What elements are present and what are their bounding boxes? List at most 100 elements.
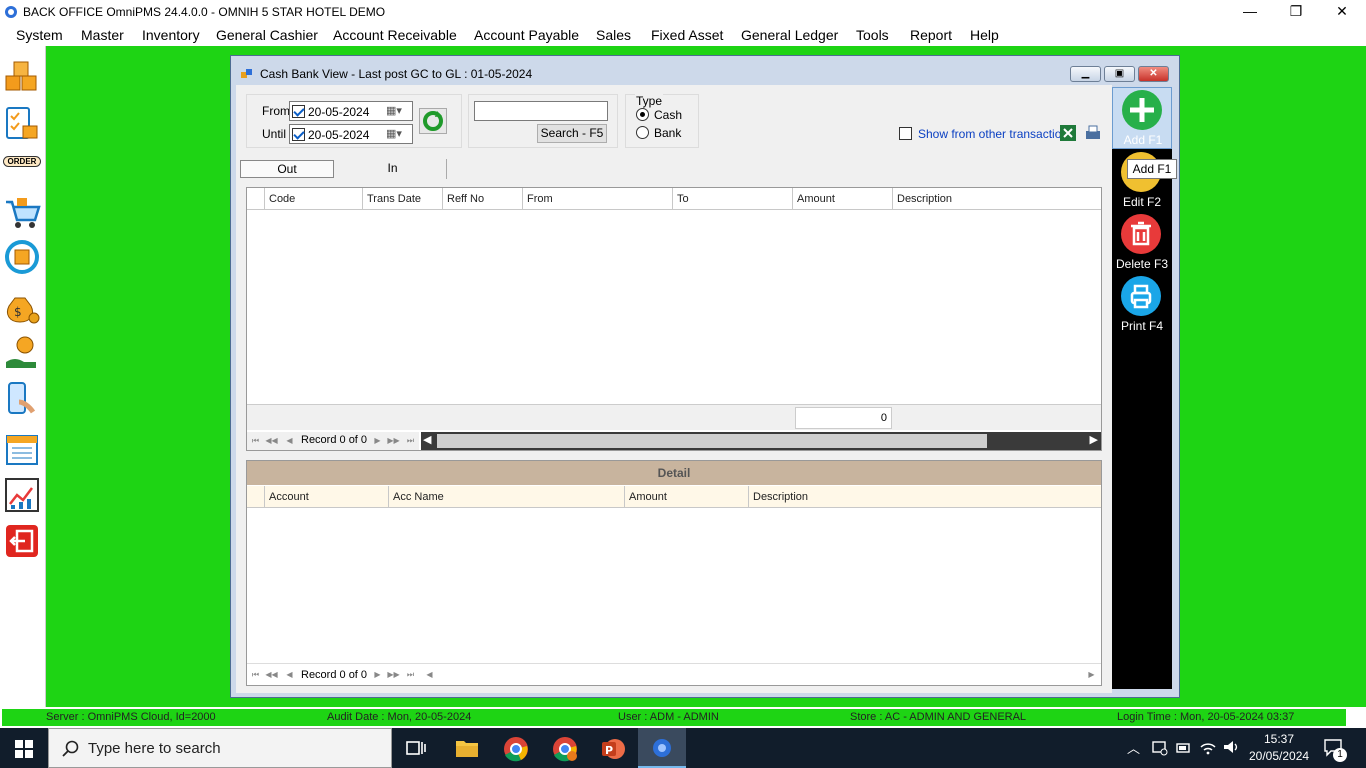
hand-money-icon[interactable] bbox=[3, 334, 41, 372]
excel-export-icon[interactable] bbox=[1058, 123, 1078, 143]
detail-nav-last-icon[interactable]: ⏭ bbox=[404, 668, 417, 682]
horizontal-scrollbar[interactable]: ◀ ▶ bbox=[421, 432, 1101, 450]
type-cash-label[interactable]: Cash bbox=[654, 108, 682, 122]
menu-general-ledger[interactable]: General Ledger bbox=[741, 27, 838, 43]
calendar-book-icon[interactable] bbox=[3, 430, 41, 468]
printer-export-icon[interactable] bbox=[1083, 123, 1103, 143]
detail-nav-next-icon[interactable]: ▶ bbox=[371, 668, 384, 682]
search-button[interactable]: Search - F5 bbox=[537, 124, 607, 143]
tab-in[interactable]: In bbox=[339, 159, 446, 179]
shopping-cart-icon[interactable] bbox=[3, 194, 41, 232]
chrome-profile-icon[interactable] bbox=[552, 736, 578, 762]
file-explorer-icon[interactable] bbox=[455, 737, 479, 759]
show-other-checkbox[interactable] bbox=[899, 127, 912, 140]
battery-icon[interactable] bbox=[1176, 741, 1192, 755]
chart-report-icon[interactable] bbox=[3, 476, 41, 514]
maximize-button[interactable]: ❐ bbox=[1273, 0, 1319, 24]
until-date-checkbox[interactable] bbox=[292, 128, 305, 141]
detail-nav-first-icon[interactable]: ⏮ bbox=[249, 668, 262, 682]
detail-col-account[interactable]: Account bbox=[265, 486, 389, 508]
type-bank-radio[interactable] bbox=[636, 126, 649, 139]
menu-sales[interactable]: Sales bbox=[596, 27, 631, 43]
tray-device-icon[interactable] bbox=[1152, 740, 1168, 756]
print-button[interactable]: Print F4 bbox=[1112, 274, 1172, 336]
nav-first-icon[interactable]: ⏮ bbox=[249, 434, 262, 448]
taskbar-date[interactable]: 20/05/2024 bbox=[1249, 749, 1309, 763]
menu-account-payable[interactable]: Account Payable bbox=[474, 27, 579, 43]
menu-general-cashier[interactable]: General Cashier bbox=[216, 27, 318, 43]
refresh-box-icon[interactable] bbox=[3, 238, 41, 276]
type-cash-radio[interactable] bbox=[636, 108, 649, 121]
menu-report[interactable]: Report bbox=[910, 27, 952, 43]
detail-scroll-left-icon[interactable]: ◀ bbox=[423, 668, 436, 682]
windows-start-icon[interactable] bbox=[15, 740, 33, 758]
col-description[interactable]: Description bbox=[893, 188, 1101, 210]
status-audit-date: Audit Date : Mon, 20-05-2024 bbox=[327, 711, 472, 723]
show-other-label[interactable]: Show from other transaction bbox=[918, 127, 1068, 141]
windows-taskbar: Type here to search P ︿ 15:37 20/05/2024… bbox=[0, 728, 1366, 768]
delete-button[interactable]: Delete F3 bbox=[1112, 212, 1172, 274]
menu-account-receivable[interactable]: Account Receivable bbox=[333, 27, 457, 43]
nav-prev-page-icon[interactable]: ◀◀ bbox=[265, 434, 278, 448]
menu-master[interactable]: Master bbox=[81, 27, 124, 43]
detail-nav-prev-icon[interactable]: ◀ bbox=[283, 668, 296, 682]
from-date-picker[interactable]: 20-05-2024 ▦▾ bbox=[289, 101, 413, 121]
col-reff-no[interactable]: Reff No bbox=[443, 188, 523, 210]
menu-tools[interactable]: Tools bbox=[856, 27, 889, 43]
taskbar-time[interactable]: 15:37 bbox=[1262, 732, 1296, 746]
nav-next-icon[interactable]: ▶ bbox=[371, 434, 384, 448]
tray-chevron-icon[interactable]: ︿ bbox=[1127, 738, 1140, 757]
tab-out[interactable]: Out bbox=[240, 160, 334, 178]
menu-help[interactable]: Help bbox=[970, 27, 999, 43]
until-date-picker[interactable]: 20-05-2024 ▦▾ bbox=[289, 124, 413, 144]
chrome-icon[interactable] bbox=[503, 736, 529, 762]
detail-col-acc-name[interactable]: Acc Name bbox=[389, 486, 625, 508]
type-bank-label[interactable]: Bank bbox=[654, 126, 681, 140]
taskbar-search-box[interactable]: Type here to search bbox=[48, 728, 392, 768]
detail-nav-next-page-icon[interactable]: ▶▶ bbox=[387, 668, 400, 682]
detail-scroll-right-icon[interactable]: ▶ bbox=[1085, 668, 1098, 682]
nav-prev-icon[interactable]: ◀ bbox=[283, 434, 296, 448]
checklist-box-icon[interactable] bbox=[3, 104, 41, 142]
add-button[interactable]: Add F1 bbox=[1112, 87, 1172, 149]
detail-nav-prev-page-icon[interactable]: ◀◀ bbox=[265, 668, 278, 682]
volume-icon[interactable] bbox=[1222, 739, 1240, 755]
task-view-icon[interactable] bbox=[406, 739, 426, 757]
powerpoint-icon[interactable]: P bbox=[600, 736, 626, 762]
transactions-grid: Code Trans Date Reff No From To Amount D… bbox=[246, 187, 1102, 451]
exit-icon[interactable] bbox=[3, 522, 41, 560]
wifi-icon[interactable] bbox=[1199, 739, 1217, 755]
menu-system[interactable]: System bbox=[16, 27, 63, 43]
calendar-icon[interactable]: ▦▾ bbox=[386, 104, 402, 117]
detail-record-text: Record 0 of 0 bbox=[301, 669, 368, 681]
scroll-thumb[interactable] bbox=[437, 434, 987, 448]
child-close-button[interactable]: ✕ bbox=[1138, 66, 1169, 82]
from-date-checkbox[interactable] bbox=[292, 105, 305, 118]
col-trans-date[interactable]: Trans Date bbox=[363, 188, 443, 210]
menu-fixed-asset[interactable]: Fixed Asset bbox=[651, 27, 723, 43]
scroll-left-icon[interactable]: ◀ bbox=[423, 433, 431, 446]
child-maximize-button[interactable]: ▣ bbox=[1104, 66, 1135, 82]
col-amount[interactable]: Amount bbox=[793, 188, 893, 210]
child-minimize-button[interactable]: ▁ bbox=[1070, 66, 1101, 82]
nav-next-page-icon[interactable]: ▶▶ bbox=[387, 434, 400, 448]
boxes-icon[interactable] bbox=[3, 58, 41, 96]
money-bag-icon[interactable]: $ bbox=[3, 288, 41, 326]
detail-col-description[interactable]: Description bbox=[749, 486, 1101, 508]
minimize-button[interactable]: — bbox=[1227, 0, 1273, 24]
nav-last-icon[interactable]: ⏭ bbox=[404, 434, 417, 448]
order-icon[interactable]: ORDER bbox=[3, 150, 41, 188]
scroll-right-icon[interactable]: ▶ bbox=[1090, 433, 1098, 446]
menu-inventory[interactable]: Inventory bbox=[142, 27, 200, 43]
col-code[interactable]: Code bbox=[265, 188, 363, 210]
col-from[interactable]: From bbox=[523, 188, 673, 210]
omnipms-taskbar-item[interactable] bbox=[638, 728, 686, 768]
detail-col-amount[interactable]: Amount bbox=[625, 486, 749, 508]
calendar-icon[interactable]: ▦▾ bbox=[386, 127, 402, 140]
phone-payment-icon[interactable] bbox=[3, 380, 41, 418]
search-input[interactable] bbox=[474, 101, 608, 121]
close-button[interactable]: ✕ bbox=[1319, 0, 1365, 24]
col-to[interactable]: To bbox=[673, 188, 793, 210]
cash-bank-view-window: Cash Bank View - Last post GC to GL : 01… bbox=[230, 55, 1180, 698]
refresh-button[interactable] bbox=[419, 108, 447, 134]
